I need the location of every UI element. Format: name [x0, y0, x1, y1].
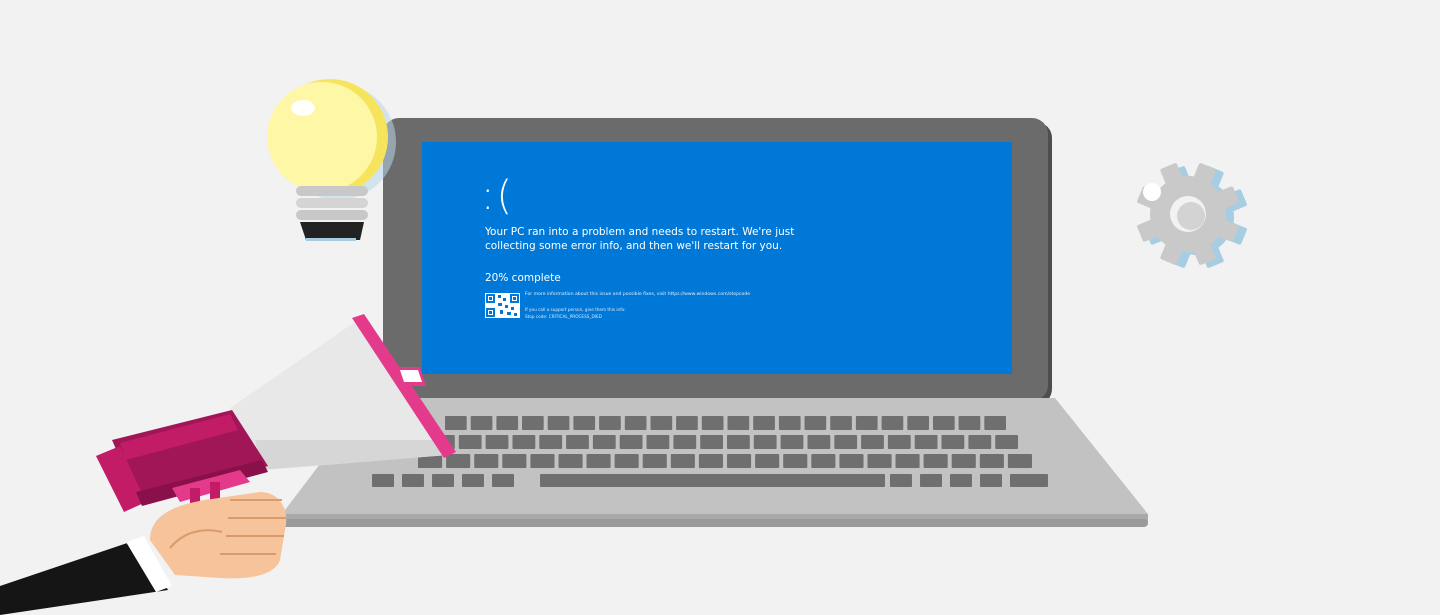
keyboard-key [780, 435, 804, 449]
error-message: Your PC ran into a problem and needs to … [485, 226, 795, 252]
keyboard-key [968, 435, 992, 449]
keyboard-key [984, 416, 1006, 430]
keyboard-key [624, 416, 647, 430]
keyboard-key [923, 454, 948, 468]
scene-illustration [0, 79, 1247, 615]
keyboard-key [839, 454, 864, 468]
keyboard-key [861, 435, 884, 449]
lightbulb-icon [267, 79, 396, 241]
keyboard-key [951, 454, 976, 468]
keyboard-key [778, 416, 801, 430]
keyboard-key [458, 435, 482, 449]
keyboard-key [958, 416, 981, 430]
gear-icon [1137, 163, 1247, 268]
keyboard-key [804, 416, 827, 430]
keyboard-key [592, 435, 616, 449]
keyboard-key [979, 454, 1004, 468]
keyboard-key [586, 454, 611, 468]
support-info-text: If you call a support person, give them … [525, 307, 626, 312]
keyboard-key [890, 474, 912, 487]
keyboard-key [933, 416, 955, 430]
keyboard-key [855, 416, 878, 430]
keyboard-key [995, 435, 1018, 449]
keyboard-key [530, 454, 555, 468]
keyboard-key [642, 454, 667, 468]
keyboard-key [701, 416, 724, 430]
keyboard-key [599, 416, 621, 430]
keyboard-key [830, 416, 852, 430]
keyboard-key [673, 435, 697, 449]
keyboard-key [753, 416, 775, 430]
keyboard-key [980, 474, 1002, 487]
progress-text: 20% complete [485, 272, 561, 284]
keyboard-key [727, 435, 750, 449]
keyboard-key [650, 416, 673, 430]
keyboard-key [914, 435, 938, 449]
keyboard-key [907, 416, 929, 430]
keyboard-key [895, 454, 920, 468]
keyboard-key [1010, 474, 1032, 487]
keyboard-key [558, 454, 583, 468]
keyboard-key [887, 435, 911, 449]
laptop-icon [282, 118, 1148, 527]
keyboard-key [950, 474, 972, 487]
keyboard-key [614, 454, 639, 468]
keyboard-key [807, 435, 831, 449]
keyboard-key [462, 474, 484, 487]
keyboard-key [881, 416, 904, 430]
keyboard-key [446, 454, 471, 468]
keyboard-key [727, 416, 750, 430]
keyboard-key [539, 435, 563, 449]
keyboard-key [1007, 454, 1032, 468]
keyboard-key [755, 454, 780, 468]
keyboard-key [512, 435, 536, 449]
keyboard-key [753, 435, 777, 449]
keyboard-key [941, 435, 965, 449]
spacebar [540, 474, 885, 487]
keyboard-key [432, 474, 454, 487]
qr-code-icon [485, 293, 520, 318]
keyboard-key [522, 416, 544, 430]
keyboard-key [547, 416, 570, 430]
more-info-text: For more information about this issue an… [525, 292, 751, 297]
keyboard-key [566, 435, 589, 449]
keyboard-key [502, 454, 527, 468]
keyboard-key [1030, 474, 1048, 487]
keyboard-key [676, 416, 698, 430]
keyboard-key [920, 474, 942, 487]
keyboard-key [496, 416, 519, 430]
keyboard-key [783, 454, 808, 468]
keyboard-key [573, 416, 596, 430]
keyboard-key [470, 416, 493, 430]
keyboard-key [372, 474, 394, 487]
keyboard-key [811, 454, 836, 468]
keyboard-key [619, 435, 643, 449]
keyboard-key [867, 454, 892, 468]
keyboard-key [670, 454, 695, 468]
keyboard-key [445, 416, 467, 430]
keyboard-key [492, 474, 514, 487]
keyboard-key [474, 454, 499, 468]
keyboard-key [727, 454, 752, 468]
keyboard-key [834, 435, 858, 449]
illustration-stage: :( Your PC ran into a problem and needs … [0, 0, 1440, 615]
keyboard-key [402, 474, 424, 487]
keyboard-key [700, 435, 723, 449]
keyboard-key [485, 435, 509, 449]
stop-code-text: Stop code: CRITICAL_PROCESS_DIED [525, 314, 602, 319]
keyboard-key [698, 454, 723, 468]
keyboard-key [646, 435, 670, 449]
sad-face-text: :( [481, 173, 515, 219]
